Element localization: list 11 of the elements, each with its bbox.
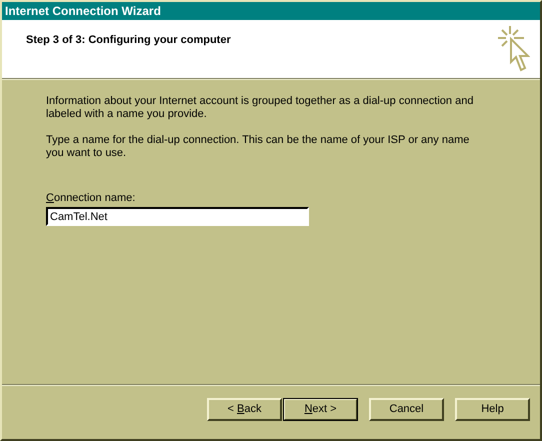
- step-title: Step 3 of 3: Configuring your computer: [26, 34, 231, 48]
- connection-name-field[interactable]: CamTel.Net: [46, 207, 309, 226]
- instruction-text: Information about your Internet account is grouped together as a dial-up connection and labeled with a name you provide.: [46, 95, 474, 121]
- window-title: Internet Connection Wizard: [2, 2, 540, 20]
- field-label: Connection name:: [46, 192, 136, 205]
- instruction-text: Type a name for the dial-up connection. This can be the name of your ISP or any name you want to use.: [46, 134, 470, 160]
- cursor-sparkle-icon: [498, 26, 530, 72]
- wizard-button[interactable]: Next >: [283, 398, 358, 420]
- wizard-button[interactable]: Cancel: [369, 398, 444, 420]
- wizard-button[interactable]: < Back: [207, 398, 282, 420]
- wizard-button[interactable]: Help: [455, 398, 530, 420]
